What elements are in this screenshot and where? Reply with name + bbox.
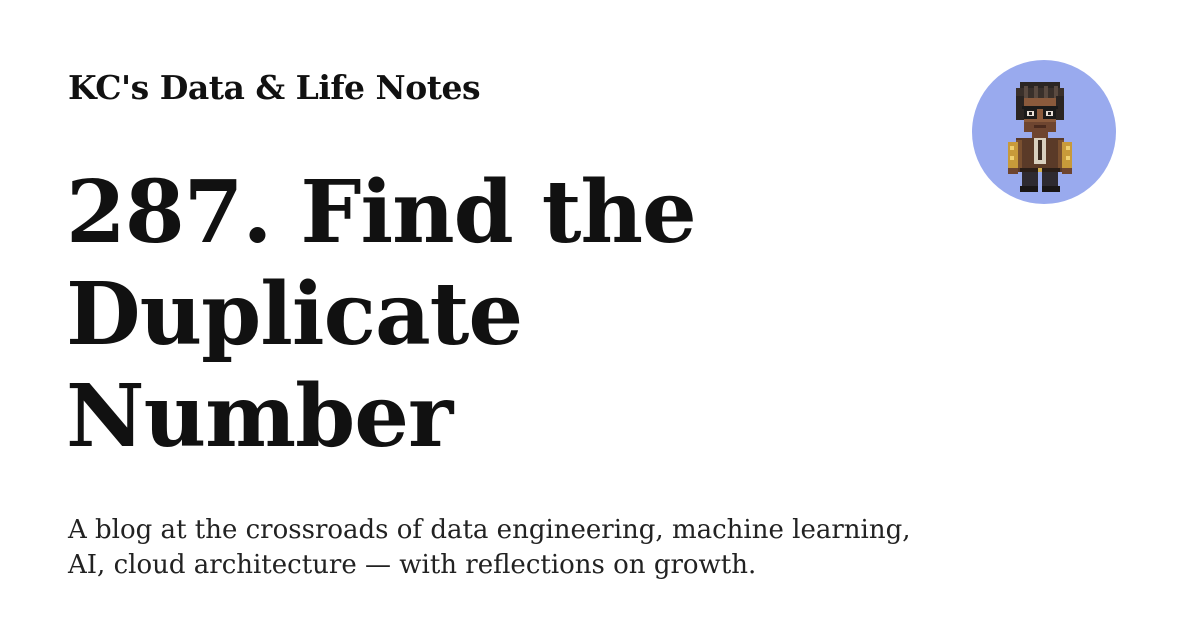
pixel-art-person-with-glasses-icon (1008, 82, 1072, 192)
site-name: KC's Data & Life Notes (68, 68, 481, 107)
social-preview-card: KC's Data & Life Notes 287. Find the Dup… (0, 0, 1200, 630)
post-title: 287. Find the Duplicate Number (66, 162, 697, 467)
avatar (972, 60, 1116, 204)
blog-description: A blog at the crossroads of data enginee… (68, 515, 911, 580)
